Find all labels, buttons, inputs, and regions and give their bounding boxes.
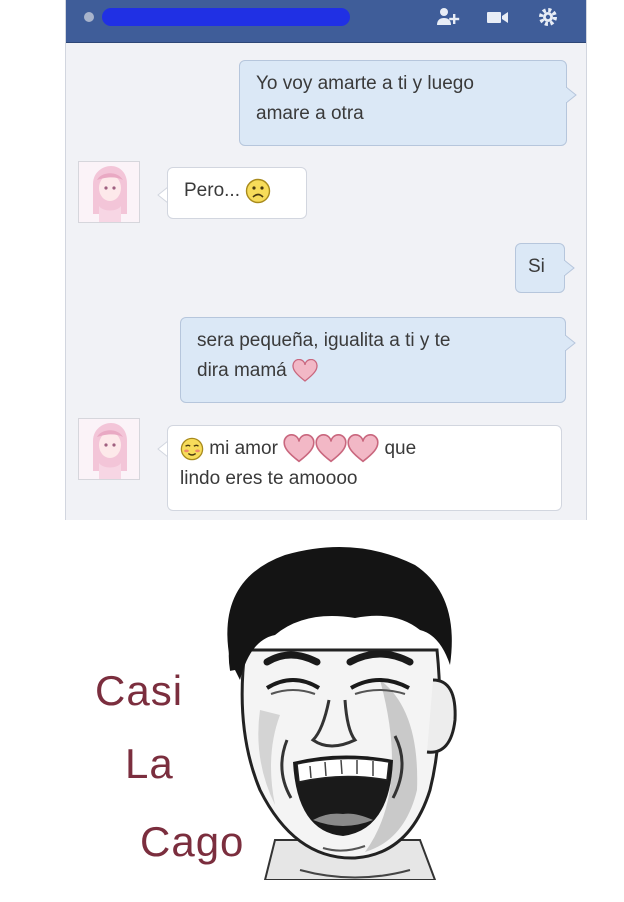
message-text: mi amor: [209, 438, 278, 460]
message-text: que: [384, 438, 417, 460]
bubble-tail: [566, 87, 577, 103]
message-bubble-incoming: mi amor que lindo eres te amoooo: [167, 425, 562, 511]
meme-caption-line: Cago: [140, 818, 245, 865]
message-bubble-outgoing: Si: [515, 243, 565, 293]
chat-titlebar: [66, 0, 586, 43]
avatar[interactable]: [78, 161, 140, 223]
online-status-icon: [84, 12, 94, 22]
message-bubble-incoming: Pero...: [167, 167, 307, 219]
frown-face-icon: [245, 178, 271, 204]
avatar[interactable]: [78, 418, 140, 480]
message-text: Pero...: [184, 180, 240, 201]
message-bubble-outgoing: Yo voy amarte a ti y luego amare a otra: [239, 60, 567, 146]
add-friend-icon[interactable]: [436, 6, 460, 28]
heart-icon: [347, 434, 379, 464]
bubble-tail: [564, 260, 575, 276]
heart-icon: [315, 434, 347, 464]
message-text: dira mamá: [197, 360, 287, 381]
contact-name-redacted[interactable]: [102, 8, 350, 26]
message-bubble-outgoing: sera pequeña, igualita a ti y te dira ma…: [180, 317, 566, 403]
meme-caption-line: La: [125, 740, 174, 787]
message-text: sera pequeña, igualita a ti y te: [197, 330, 451, 351]
anime-girl-avatar-icon: [79, 419, 139, 479]
video-call-icon[interactable]: [486, 6, 510, 28]
anime-girl-avatar-icon: [79, 162, 139, 222]
blush-face-icon: [180, 437, 204, 461]
message-text: Si: [528, 256, 545, 277]
heart-icon: [283, 434, 315, 464]
laughing-rage-face-icon: [227, 547, 457, 880]
message-text: lindo eres te amoooo: [180, 468, 358, 490]
heart-icon: [292, 358, 318, 383]
meme-caption-line: Casi: [95, 667, 184, 714]
message-text: Yo voy amarte a ti y luego: [256, 73, 474, 94]
bubble-tail: [565, 335, 576, 351]
chat-window: Yo voy amarte a ti y luego amare a otra …: [65, 0, 587, 520]
message-text: amare a otra: [256, 103, 364, 124]
gear-icon[interactable]: [536, 6, 560, 28]
message-list: Yo voy amarte a ti y luego amare a otra …: [66, 43, 586, 520]
